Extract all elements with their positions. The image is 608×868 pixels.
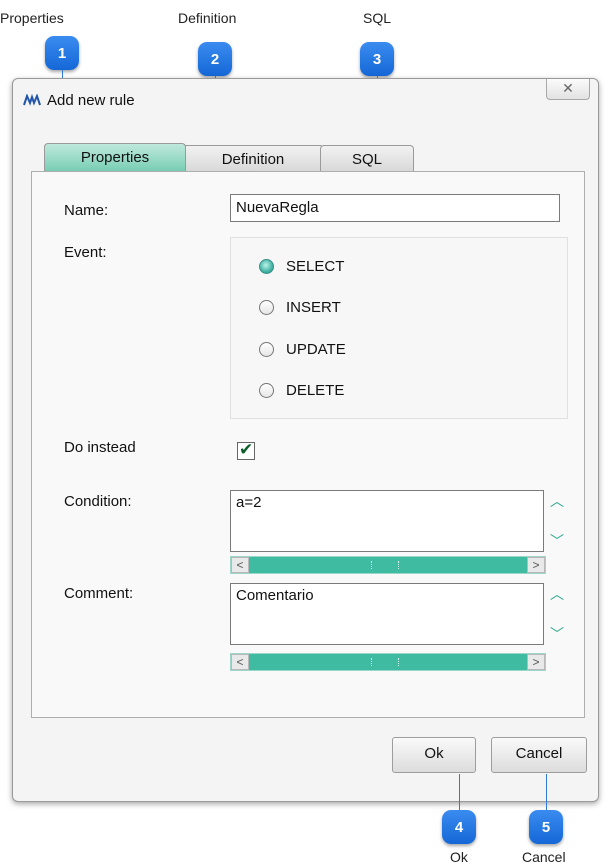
comment-vscroll[interactable]: ︿ ﹀	[548, 585, 566, 643]
radio-indicator[interactable]	[259, 383, 274, 398]
radio-delete[interactable]: DELETE	[259, 382, 344, 399]
tab-sql[interactable]: SQL	[320, 145, 414, 173]
dialog-title: Add new rule	[47, 92, 135, 109]
event-label: Event:	[64, 244, 107, 261]
radio-label: INSERT	[286, 299, 341, 316]
radio-label: DELETE	[286, 382, 345, 399]
radio-insert[interactable]: INSERT	[259, 299, 341, 316]
callout-badge-3: 3	[360, 42, 394, 76]
comment-hscroll[interactable]: < >	[230, 653, 546, 671]
scroll-left-icon[interactable]: <	[231, 654, 249, 670]
checkmark-icon: ✔	[239, 440, 254, 459]
do-instead-checkbox[interactable]: ✔	[237, 440, 255, 460]
event-radio-group: SELECT INSERT UPDATE DELETE	[230, 237, 568, 419]
callout-label-definition: Definition	[178, 10, 237, 26]
radio-label: SELECT	[286, 258, 345, 275]
radio-indicator[interactable]	[259, 300, 274, 315]
comment-textarea[interactable]: Comentario	[230, 583, 544, 645]
scroll-grip[interactable]	[371, 561, 399, 569]
scroll-right-icon[interactable]: >	[527, 557, 545, 573]
callout-badge-1: 1	[45, 36, 79, 70]
callout-label-sql: SQL	[363, 10, 392, 26]
radio-indicator[interactable]	[259, 259, 274, 274]
callout-leader-4	[459, 774, 460, 810]
condition-textarea[interactable]: a=2	[230, 490, 544, 552]
title-bar: Add new rule ✕	[13, 79, 598, 119]
callout-badge-4: 4	[442, 810, 476, 844]
comment-label: Comment:	[64, 585, 134, 602]
scroll-left-icon[interactable]: <	[231, 557, 249, 573]
condition-label: Condition:	[64, 493, 132, 510]
radio-update[interactable]: UPDATE	[259, 341, 346, 358]
cancel-button[interactable]: Cancel	[491, 737, 587, 773]
callout-badge-2: 2	[198, 42, 232, 76]
close-button[interactable]: ✕	[546, 79, 590, 100]
callout-badge-5: 5	[529, 810, 563, 844]
do-instead-label: Do instead	[64, 439, 136, 456]
ok-button[interactable]: Ok	[392, 737, 476, 773]
callout-leader-5	[546, 774, 547, 810]
scroll-up-icon[interactable]: ︿	[548, 585, 566, 603]
callout-label-cancel: Cancel	[522, 849, 566, 865]
radio-select[interactable]: SELECT	[259, 258, 344, 275]
name-input[interactable]: NuevaRegla	[230, 194, 560, 222]
tab-properties[interactable]: Properties	[44, 143, 186, 171]
scroll-down-icon[interactable]: ﹀	[548, 625, 566, 643]
app-icon	[23, 94, 41, 106]
radio-indicator[interactable]	[259, 342, 274, 357]
scroll-right-icon[interactable]: >	[527, 654, 545, 670]
callout-label-ok: Ok	[450, 849, 468, 865]
condition-vscroll[interactable]: ︿ ﹀	[548, 492, 566, 550]
callout-label-properties: Properties	[0, 10, 64, 26]
radio-label: UPDATE	[286, 341, 346, 358]
scroll-grip[interactable]	[371, 658, 399, 666]
scroll-up-icon[interactable]: ︿	[548, 492, 566, 510]
tab-definition[interactable]: Definition	[182, 145, 324, 173]
condition-hscroll[interactable]: < >	[230, 556, 546, 574]
name-label: Name:	[64, 202, 109, 219]
scroll-down-icon[interactable]: ﹀	[548, 532, 566, 550]
